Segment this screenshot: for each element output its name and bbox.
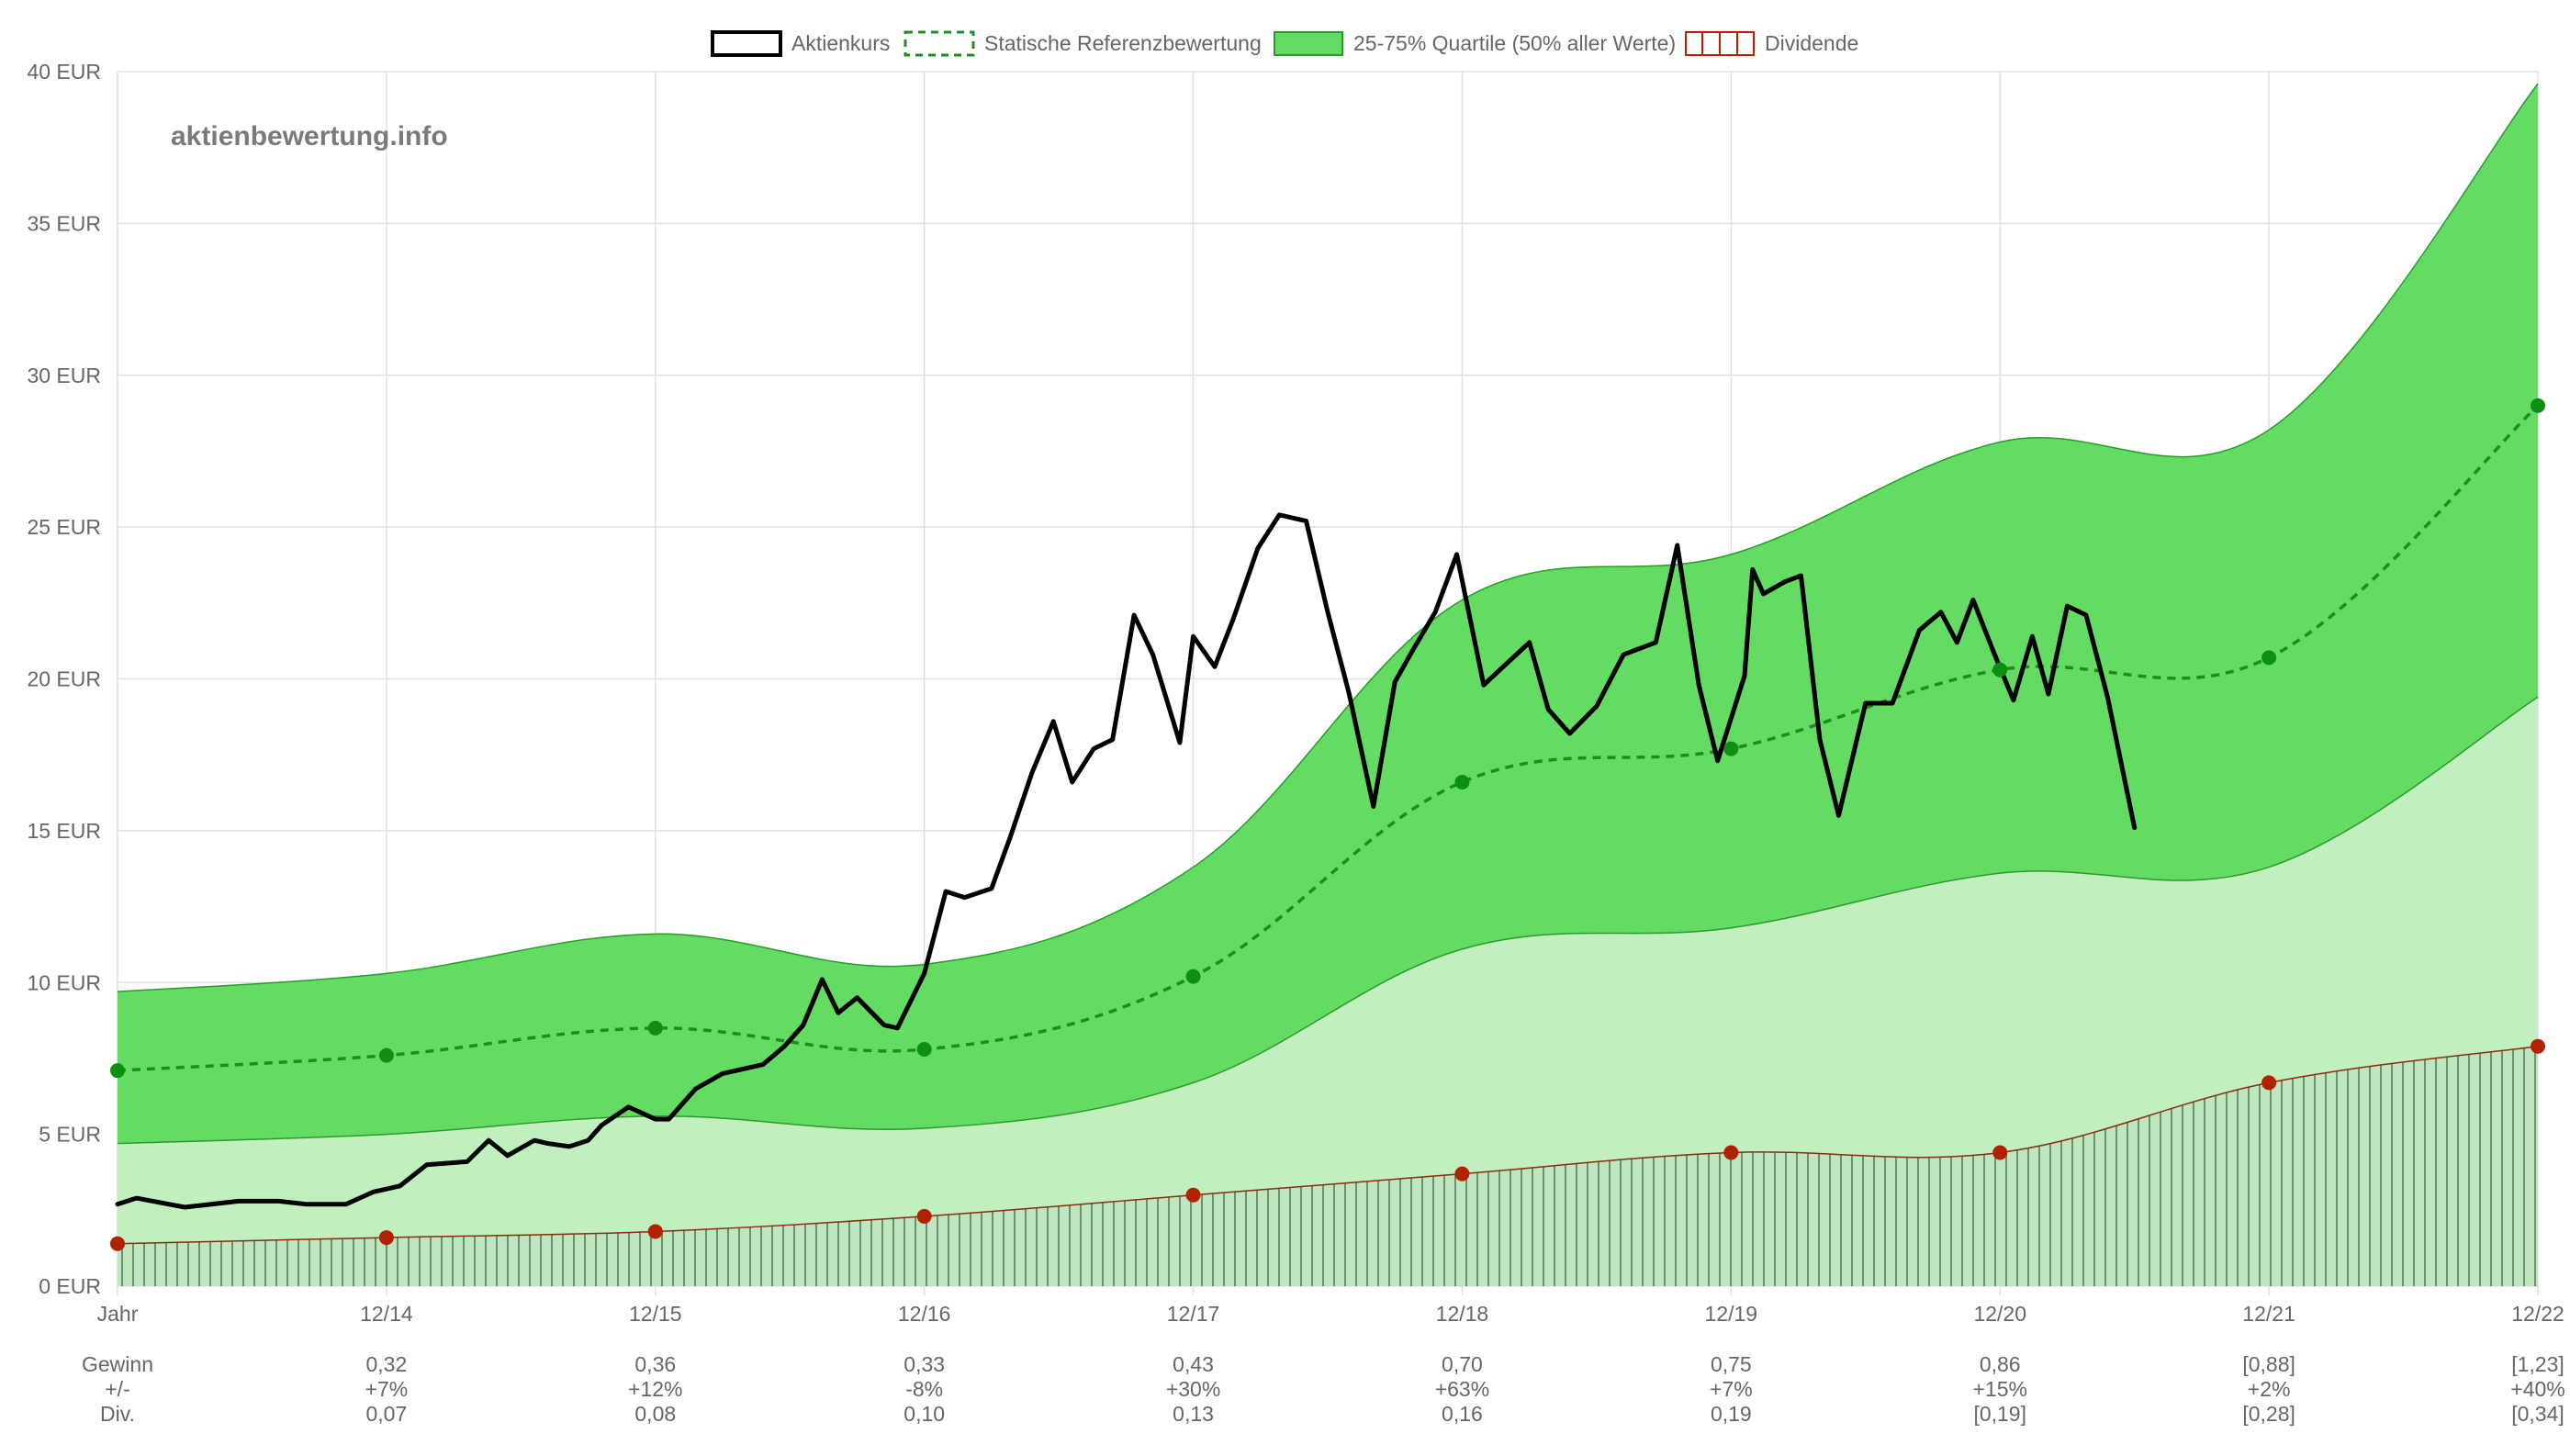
reference-point bbox=[1723, 741, 1739, 756]
table-cell: +63% bbox=[1435, 1377, 1489, 1401]
dividend-point bbox=[378, 1230, 394, 1246]
legend-item-dividend[interactable]: Dividende bbox=[1685, 31, 1858, 56]
table-cell: -8% bbox=[905, 1377, 943, 1401]
dividend-point bbox=[1723, 1145, 1739, 1160]
x-tick-label: Jahr bbox=[97, 1302, 139, 1326]
dividend-point bbox=[2261, 1075, 2277, 1091]
x-tick-label: 12/17 bbox=[1167, 1302, 1220, 1326]
table-cell: [0,28] bbox=[2242, 1402, 2295, 1426]
dividend-point bbox=[916, 1208, 932, 1224]
table-cell: 0,75 bbox=[1711, 1352, 1752, 1376]
table-cell: +40% bbox=[2510, 1377, 2564, 1401]
dividend-point bbox=[647, 1224, 663, 1239]
legend-item-reference[interactable]: Statische Referenzbewertung bbox=[903, 30, 1262, 57]
table-cell: [1,23] bbox=[2511, 1352, 2564, 1376]
x-tick-label: 12/15 bbox=[629, 1302, 682, 1326]
reference-point bbox=[2261, 650, 2277, 666]
table-cell: 0,43 bbox=[1173, 1352, 1214, 1376]
reference-point bbox=[1992, 662, 2008, 678]
dividend-point bbox=[110, 1236, 125, 1251]
table-cell: [0,34] bbox=[2511, 1402, 2564, 1426]
table-cell: [0,88] bbox=[2242, 1352, 2295, 1376]
legend-label-price: Aktienkurs bbox=[791, 31, 890, 55]
area-layer bbox=[117, 83, 2539, 1286]
legend-label-dividend: Dividende bbox=[1765, 31, 1858, 55]
x-tick-label: 12/19 bbox=[1705, 1302, 1758, 1326]
x-tick-label: 12/20 bbox=[1973, 1302, 2026, 1326]
table-row-label: Gewinn bbox=[82, 1352, 153, 1376]
table-cell: 0,86 bbox=[1980, 1352, 2021, 1376]
table-cell: 0,10 bbox=[903, 1402, 945, 1426]
table-cell: +12% bbox=[628, 1377, 682, 1401]
reference-point bbox=[1185, 969, 1201, 984]
table-cell: 0,07 bbox=[366, 1402, 408, 1426]
dividend-point bbox=[1992, 1145, 2008, 1160]
watermark-text: aktienbewertung.info bbox=[171, 121, 448, 151]
table-cell: 0,16 bbox=[1442, 1402, 1483, 1426]
table-row-label: +/- bbox=[105, 1377, 129, 1401]
reference-point bbox=[647, 1020, 663, 1036]
legend-item-quartile[interactable]: 25-75% Quartile (50% aller Werte) bbox=[1274, 31, 1676, 56]
x-tick-label: 12/16 bbox=[898, 1302, 951, 1326]
table-cell: 0,33 bbox=[903, 1352, 945, 1376]
y-tick-label: 35 EUR bbox=[27, 211, 101, 235]
y-tick-label: 30 EUR bbox=[27, 364, 101, 387]
reference-point bbox=[2531, 398, 2545, 413]
y-tick-label: 25 EUR bbox=[27, 515, 101, 539]
reference-point bbox=[378, 1047, 394, 1063]
legend-swatch-quartile bbox=[1274, 31, 1343, 56]
legend-swatch-reference bbox=[903, 30, 975, 57]
data-table: Gewinn 0,32 0,36 0,33 0,43 0,70 0,75 0,86 [0,88]… bbox=[82, 1352, 2565, 1426]
table-cell: +7% bbox=[1710, 1377, 1753, 1401]
table-cell: 0,08 bbox=[634, 1402, 676, 1426]
table-cell: 0,32 bbox=[366, 1352, 408, 1376]
x-tick-label: 12/22 bbox=[2511, 1302, 2564, 1326]
y-tick-label: 15 EUR bbox=[27, 819, 101, 843]
reference-point bbox=[110, 1063, 125, 1079]
table-cell: 0,36 bbox=[634, 1352, 676, 1376]
reference-point bbox=[916, 1042, 932, 1058]
legend-item-price[interactable]: Aktienkurs bbox=[711, 30, 890, 57]
y-tick-label: 20 EUR bbox=[27, 667, 101, 691]
table-cell: 0,70 bbox=[1442, 1352, 1483, 1376]
table-cell: +7% bbox=[365, 1377, 409, 1401]
legend-label-quartile: 25-75% Quartile (50% aller Werte) bbox=[1353, 31, 1676, 55]
dividend-point bbox=[2531, 1038, 2545, 1054]
legend[interactable]: Aktienkurs Statische Referenzbewertung 2… bbox=[711, 30, 1858, 57]
dividend-point bbox=[1185, 1187, 1201, 1203]
table-cell: +2% bbox=[2248, 1377, 2291, 1401]
reference-point bbox=[1454, 774, 1470, 790]
x-tick-label: 12/14 bbox=[360, 1302, 413, 1326]
table-cell: +30% bbox=[1166, 1377, 1220, 1401]
table-cell: +15% bbox=[1972, 1377, 2026, 1401]
legend-label-reference: Statische Referenzbewertung bbox=[984, 31, 1262, 55]
table-cell: 0,19 bbox=[1711, 1402, 1752, 1426]
table-cell: 0,13 bbox=[1173, 1402, 1214, 1426]
valuation-chart: 0 EUR 5 EUR 10 EUR 15 EUR 20 EUR 25 EUR 30 EUR… bbox=[0, 0, 2570, 1456]
y-tick-label: 0 EUR bbox=[39, 1274, 101, 1298]
chart-canvas: 0 EUR 5 EUR 10 EUR 15 EUR 20 EUR 25 EUR 30 EUR… bbox=[27, 30, 2565, 1426]
x-tick-label: 12/18 bbox=[1436, 1302, 1489, 1326]
table-cell: [0,19] bbox=[1973, 1402, 2026, 1426]
y-tick-label: 10 EUR bbox=[27, 970, 101, 994]
y-tick-label: 5 EUR bbox=[39, 1123, 101, 1147]
x-tick-label: 12/21 bbox=[2242, 1302, 2295, 1326]
table-row-label: Div. bbox=[100, 1402, 135, 1426]
dividend-point bbox=[1454, 1166, 1470, 1182]
legend-swatch-price bbox=[711, 30, 782, 57]
y-tick-label: 40 EUR bbox=[27, 60, 101, 84]
